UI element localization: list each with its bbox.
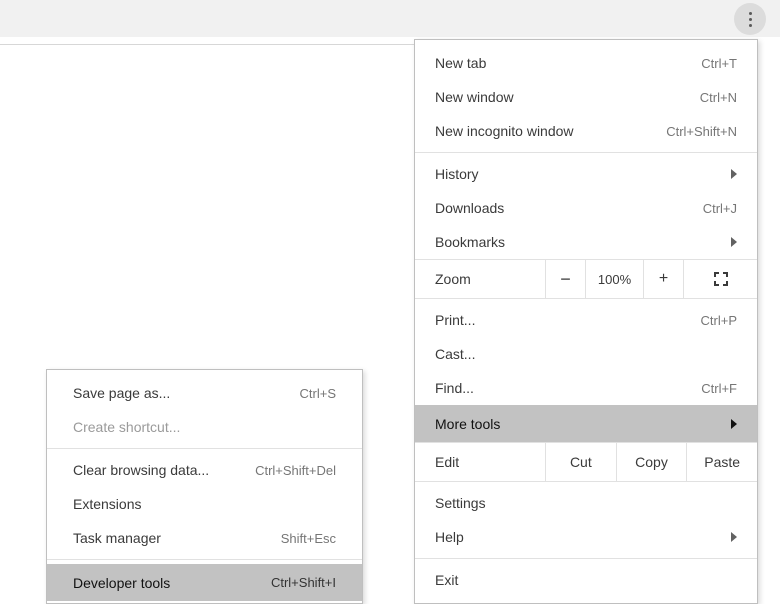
menu-item-new-tab[interactable]: New tab Ctrl+T: [415, 46, 757, 80]
menu-item-history[interactable]: History: [415, 157, 757, 191]
menu-item-more-tools[interactable]: More tools: [415, 405, 757, 442]
edit-paste-button[interactable]: Paste: [686, 443, 757, 481]
menu-item-cast[interactable]: Cast...: [415, 337, 757, 371]
label: Create shortcut...: [73, 419, 336, 435]
label: Cast...: [435, 346, 737, 362]
fullscreen-button[interactable]: [683, 260, 757, 298]
submenu-item-clear-browsing-data[interactable]: Clear browsing data... Ctrl+Shift+Del: [47, 453, 362, 487]
menu-item-settings[interactable]: Settings: [415, 486, 757, 520]
edit-label: Edit: [415, 454, 545, 470]
separator: [47, 559, 362, 560]
menu-item-new-incognito-window[interactable]: New incognito window Ctrl+Shift+N: [415, 114, 757, 148]
submenu-arrow-icon: [731, 532, 737, 542]
label: Find...: [435, 380, 701, 396]
separator: [415, 152, 757, 153]
label: Save page as...: [73, 385, 300, 401]
label: Exit: [435, 572, 737, 588]
label: New tab: [435, 55, 701, 71]
label: Bookmarks: [435, 234, 731, 250]
shortcut: Ctrl+Shift+Del: [255, 463, 336, 478]
menu-item-bookmarks[interactable]: Bookmarks: [415, 225, 757, 259]
label: Extensions: [73, 496, 336, 512]
shortcut: Ctrl+F: [701, 381, 737, 396]
label: Settings: [435, 495, 737, 511]
submenu-item-developer-tools[interactable]: Developer tools Ctrl+Shift+I: [47, 564, 362, 601]
menu-item-zoom: Zoom − 100% +: [415, 259, 757, 299]
menu-button-kebab-icon[interactable]: [734, 3, 766, 35]
edit-cut-button[interactable]: Cut: [545, 443, 616, 481]
submenu-arrow-icon: [731, 419, 737, 429]
shortcut: Ctrl+P: [701, 313, 737, 328]
label: New incognito window: [435, 123, 666, 139]
main-menu: New tab Ctrl+T New window Ctrl+N New inc…: [414, 39, 758, 604]
separator: [415, 558, 757, 559]
label: Developer tools: [73, 575, 271, 591]
menu-item-downloads[interactable]: Downloads Ctrl+J: [415, 191, 757, 225]
shortcut: Ctrl+N: [700, 90, 737, 105]
label: Help: [435, 529, 731, 545]
submenu-arrow-icon: [731, 237, 737, 247]
browser-toolbar: [0, 0, 780, 37]
fullscreen-icon: [714, 272, 728, 286]
label: Print...: [435, 312, 701, 328]
submenu-arrow-icon: [731, 169, 737, 179]
menu-item-edit: Edit Cut Copy Paste: [415, 442, 757, 482]
shortcut: Ctrl+J: [703, 201, 737, 216]
submenu-item-task-manager[interactable]: Task manager Shift+Esc: [47, 521, 362, 555]
shortcut: Ctrl+Shift+I: [271, 575, 336, 590]
menu-item-print[interactable]: Print... Ctrl+P: [415, 303, 757, 337]
divider: [0, 44, 415, 45]
zoom-out-button[interactable]: −: [545, 260, 585, 298]
label: Downloads: [435, 200, 703, 216]
label: History: [435, 166, 731, 182]
shortcut: Ctrl+S: [300, 386, 336, 401]
separator: [47, 448, 362, 449]
label: New window: [435, 89, 700, 105]
menu-item-exit[interactable]: Exit: [415, 563, 757, 597]
menu-item-help[interactable]: Help: [415, 520, 757, 554]
label: Clear browsing data...: [73, 462, 255, 478]
submenu-item-save-page-as[interactable]: Save page as... Ctrl+S: [47, 376, 362, 410]
more-tools-submenu: Save page as... Ctrl+S Create shortcut..…: [46, 369, 363, 604]
menu-item-new-window[interactable]: New window Ctrl+N: [415, 80, 757, 114]
label: More tools: [435, 416, 731, 432]
submenu-item-create-shortcut: Create shortcut...: [47, 410, 362, 444]
shortcut: Shift+Esc: [281, 531, 336, 546]
zoom-in-button[interactable]: +: [643, 260, 683, 298]
shortcut: Ctrl+T: [701, 56, 737, 71]
shortcut: Ctrl+Shift+N: [666, 124, 737, 139]
menu-item-find[interactable]: Find... Ctrl+F: [415, 371, 757, 405]
label: Task manager: [73, 530, 281, 546]
zoom-value: 100%: [585, 260, 643, 298]
submenu-item-extensions[interactable]: Extensions: [47, 487, 362, 521]
edit-copy-button[interactable]: Copy: [616, 443, 687, 481]
zoom-label: Zoom: [415, 271, 545, 287]
